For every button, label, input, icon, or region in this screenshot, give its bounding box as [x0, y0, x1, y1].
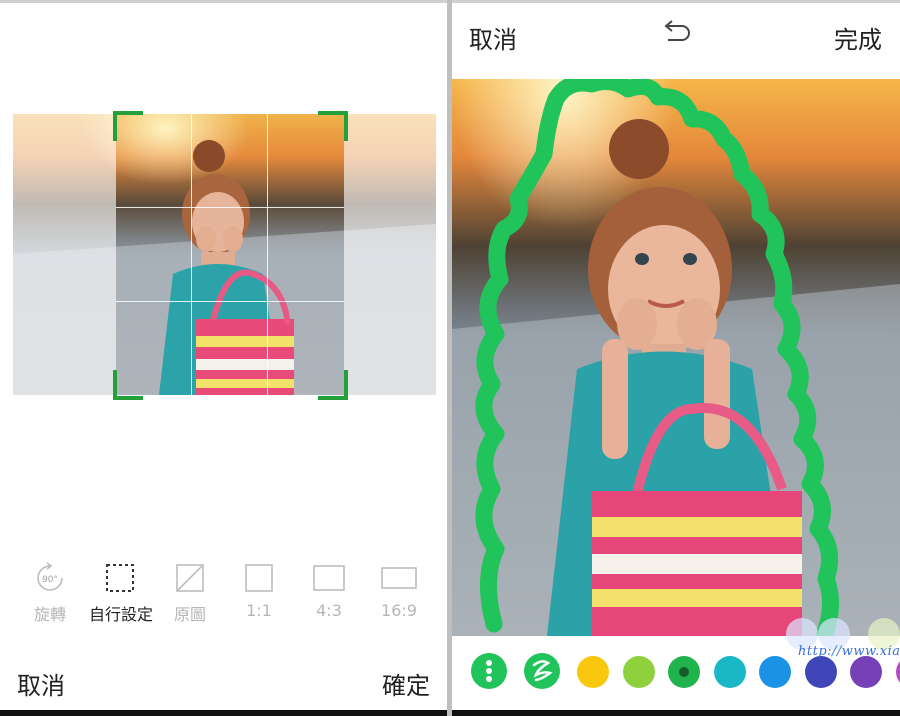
color-swatch[interactable] [759, 656, 791, 688]
tool-custom[interactable]: 自行設定 [89, 561, 154, 625]
crop-canvas[interactable] [13, 114, 436, 395]
crop-handle-bottom-left[interactable] [113, 370, 143, 400]
status-strip [0, 0, 447, 3]
tool-label: 1:1 [246, 601, 272, 620]
color-swatch[interactable] [668, 656, 700, 688]
crop-handle-bottom-right[interactable] [318, 370, 348, 400]
color-swatch[interactable] [713, 656, 746, 688]
rotate-90-icon: 90° [20, 561, 80, 595]
color-swatch[interactable] [577, 656, 609, 688]
color-swatch[interactable] [622, 656, 655, 688]
crop-dim-left [13, 114, 116, 395]
nav-strip [0, 710, 447, 716]
tool-rotate[interactable]: 90° 旋轉 [20, 561, 80, 625]
crop-panel: 90° 旋轉 自行設定 原圖 1:1 4:3 16:9 取消 確定 [0, 0, 447, 716]
crop-grid-line [191, 114, 192, 395]
tool-label: 16:9 [381, 601, 417, 620]
nav-strip [452, 710, 900, 716]
squiggle-brush-icon[interactable] [524, 653, 560, 689]
pen-tool-icon[interactable] [471, 653, 507, 689]
crop-cancel-button[interactable]: 取消 [17, 666, 65, 701]
tool-4-3[interactable]: 4:3 [299, 561, 359, 620]
color-swatch[interactable] [804, 656, 837, 688]
selected-indicator [679, 667, 689, 677]
draw-cancel-button[interactable]: 取消 [469, 20, 517, 55]
watermark-url: http://www.xiaoyao.tw/ [798, 644, 900, 659]
crop-dim-right [344, 114, 436, 395]
crop-grid-line [267, 114, 268, 395]
tool-1-1[interactable]: 1:1 [229, 561, 289, 620]
undo-icon[interactable] [660, 20, 690, 50]
tool-original[interactable]: 原圖 [160, 561, 220, 625]
crop-grid-line [116, 301, 344, 302]
draw-panel: 取消 完成 http://www.xia [452, 0, 900, 716]
crop-handle-top-left[interactable] [113, 111, 143, 141]
crop-confirm-button[interactable]: 確定 [382, 666, 430, 701]
color-swatch[interactable] [850, 656, 882, 688]
draw-photo-image [452, 72, 900, 645]
tool-label: 自行設定 [89, 605, 154, 624]
status-strip [452, 0, 900, 3]
ratio-4-3-icon [299, 561, 359, 595]
svg-text:90°: 90° [42, 575, 58, 585]
tool-16-9[interactable]: 16:9 [369, 561, 429, 620]
tool-label: 旋轉 [33, 605, 66, 624]
original-ratio-icon [160, 561, 220, 595]
tool-label: 4:3 [316, 601, 342, 620]
crop-grid-line [116, 207, 344, 208]
draw-done-button[interactable]: 完成 [834, 20, 882, 55]
crop-handle-top-right[interactable] [318, 111, 348, 141]
draw-canvas[interactable] [452, 72, 900, 645]
tool-label: 原圖 [173, 605, 206, 624]
color-swatch[interactable] [895, 656, 900, 688]
custom-crop-icon [89, 561, 151, 595]
ratio-16-9-icon [369, 561, 429, 595]
square-ratio-icon [229, 561, 289, 595]
